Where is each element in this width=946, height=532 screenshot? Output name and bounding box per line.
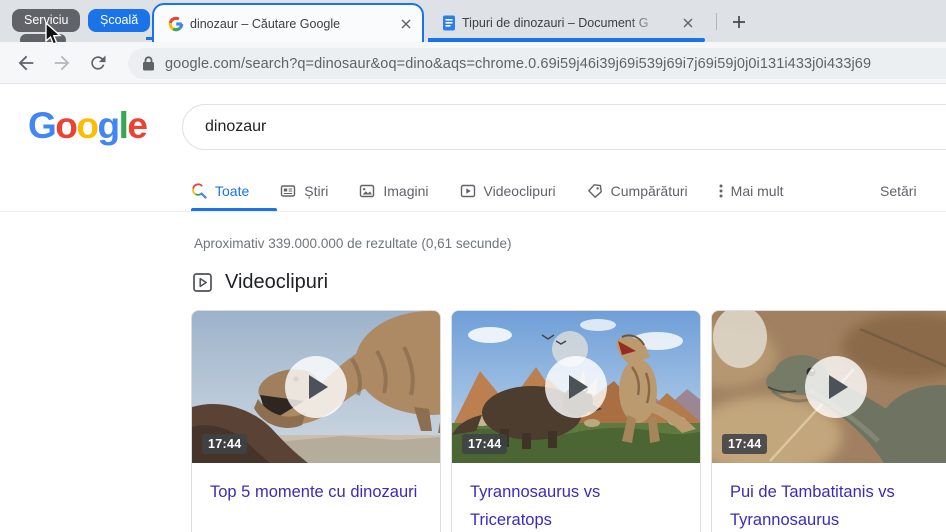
nav-tab-label: Mai mult xyxy=(731,183,784,199)
video-section-icon xyxy=(192,272,213,293)
logo-letter: o xyxy=(76,105,97,146)
video-duration: 17:44 xyxy=(722,434,767,454)
nav-tab-videoclipuri[interactable]: Videoclipuri xyxy=(460,183,556,199)
nav-tab-label: Videoclipuri xyxy=(484,183,556,199)
videos-section-title: Videoclipuri xyxy=(225,271,328,294)
active-tab-underline xyxy=(191,208,277,211)
video-title-link[interactable]: Pui de Tambatitanis vs Tyrannosaurus xyxy=(712,463,946,532)
video-title-link[interactable]: Top 5 momente cu dinozauri xyxy=(192,463,440,506)
video-icon xyxy=(460,183,476,199)
search-icon xyxy=(191,183,207,199)
tab-title: Tipuri de dinozauri – Document G xyxy=(462,16,673,30)
nav-tab-label: Știri xyxy=(304,183,328,199)
tab-tipuri-de-dinozauri[interactable]: Tipuri de dinozauri – Document G xyxy=(430,6,702,39)
google-favicon-icon xyxy=(168,16,184,32)
google-logo[interactable]: Google xyxy=(28,105,146,147)
nav-tab-stiri[interactable]: Știri xyxy=(280,183,328,199)
video-card[interactable]: 17:44 Top 5 momente cu dinozauri xyxy=(191,310,441,532)
tab-title: dinozaur – Căutare Google xyxy=(190,17,391,31)
logo-letter: o xyxy=(55,105,76,146)
video-thumbnail-carnotaurus[interactable]: 17:44 xyxy=(192,311,440,463)
url-text: google.com/search?q=dinosaur&oq=dino&aqs… xyxy=(165,56,871,72)
nav-tab-label: Toate xyxy=(215,183,249,199)
news-icon xyxy=(280,183,296,199)
close-tab-icon[interactable] xyxy=(397,15,414,32)
video-thumbnail-baby-dinosaur[interactable]: 17:44 xyxy=(712,311,946,463)
nav-tab-cumparaturi[interactable]: Cumpărături xyxy=(587,183,688,199)
nav-tab-label: Imagini xyxy=(383,183,428,199)
images-icon xyxy=(359,183,375,199)
logo-letter: G xyxy=(28,105,55,146)
new-tab-button[interactable] xyxy=(726,9,752,35)
video-card[interactable]: 17:44 Pui de Tambatitanis vs Tyrannosaur… xyxy=(711,310,946,532)
reload-button[interactable] xyxy=(84,49,112,77)
browser-window: Serviciu Școală dinozaur – Căutare Googl… xyxy=(0,0,946,532)
tab-dinozaur-search[interactable]: dinozaur – Căutare Google xyxy=(152,3,424,42)
play-button[interactable] xyxy=(285,356,347,418)
tab-strip: Serviciu Școală dinozaur – Căutare Googl… xyxy=(0,0,946,42)
logo-letter: g xyxy=(98,105,119,146)
nav-tab-label: Cumpărături xyxy=(611,183,688,199)
tab-separator xyxy=(716,13,717,30)
lock-icon[interactable] xyxy=(142,56,155,71)
search-query-text: dinozaur xyxy=(205,118,266,136)
video-title-link[interactable]: Tyrannosaurus vs Triceratops xyxy=(452,463,700,532)
result-stats: Aproximativ 339.000.000 de rezultate (0,… xyxy=(194,236,511,251)
nav-tab-toate[interactable]: Toate xyxy=(191,183,249,199)
more-dots-icon xyxy=(719,183,723,199)
address-bar[interactable]: google.com/search?q=dinosaur&oq=dino&aqs… xyxy=(128,48,946,79)
videos-section-header: Videoclipuri xyxy=(192,271,328,294)
mouse-cursor xyxy=(44,22,62,51)
video-card[interactable]: 17:44 Tyrannosaurus vs Triceratops xyxy=(451,310,701,532)
search-input[interactable]: dinozaur xyxy=(182,104,946,150)
nav-tab-imagini[interactable]: Imagini xyxy=(359,183,428,199)
nav-setari[interactable]: Setări xyxy=(880,170,917,211)
nav-tab-label: Setări xyxy=(880,183,917,199)
forward-button[interactable] xyxy=(48,49,76,77)
shopping-tag-icon xyxy=(587,183,603,199)
video-duration: 17:44 xyxy=(462,434,507,454)
video-cards-row: 17:44 Top 5 momente cu dinozauri xyxy=(191,310,946,532)
nav-tab-mai-mult[interactable]: Mai mult xyxy=(719,183,784,199)
google-docs-icon xyxy=(442,15,456,31)
video-duration: 17:44 xyxy=(202,434,247,454)
tab-group-scoala[interactable]: Școală xyxy=(88,9,150,32)
back-button[interactable] xyxy=(12,49,40,77)
play-button[interactable] xyxy=(545,356,607,418)
close-tab-icon[interactable] xyxy=(679,14,696,31)
logo-letter: e xyxy=(127,105,146,146)
results-nav: Toate Știri Imagini Videoclipuri xyxy=(0,170,946,212)
play-button[interactable] xyxy=(805,356,867,418)
video-thumbnail-trex-vs-triceratops[interactable]: 17:44 xyxy=(452,311,700,463)
